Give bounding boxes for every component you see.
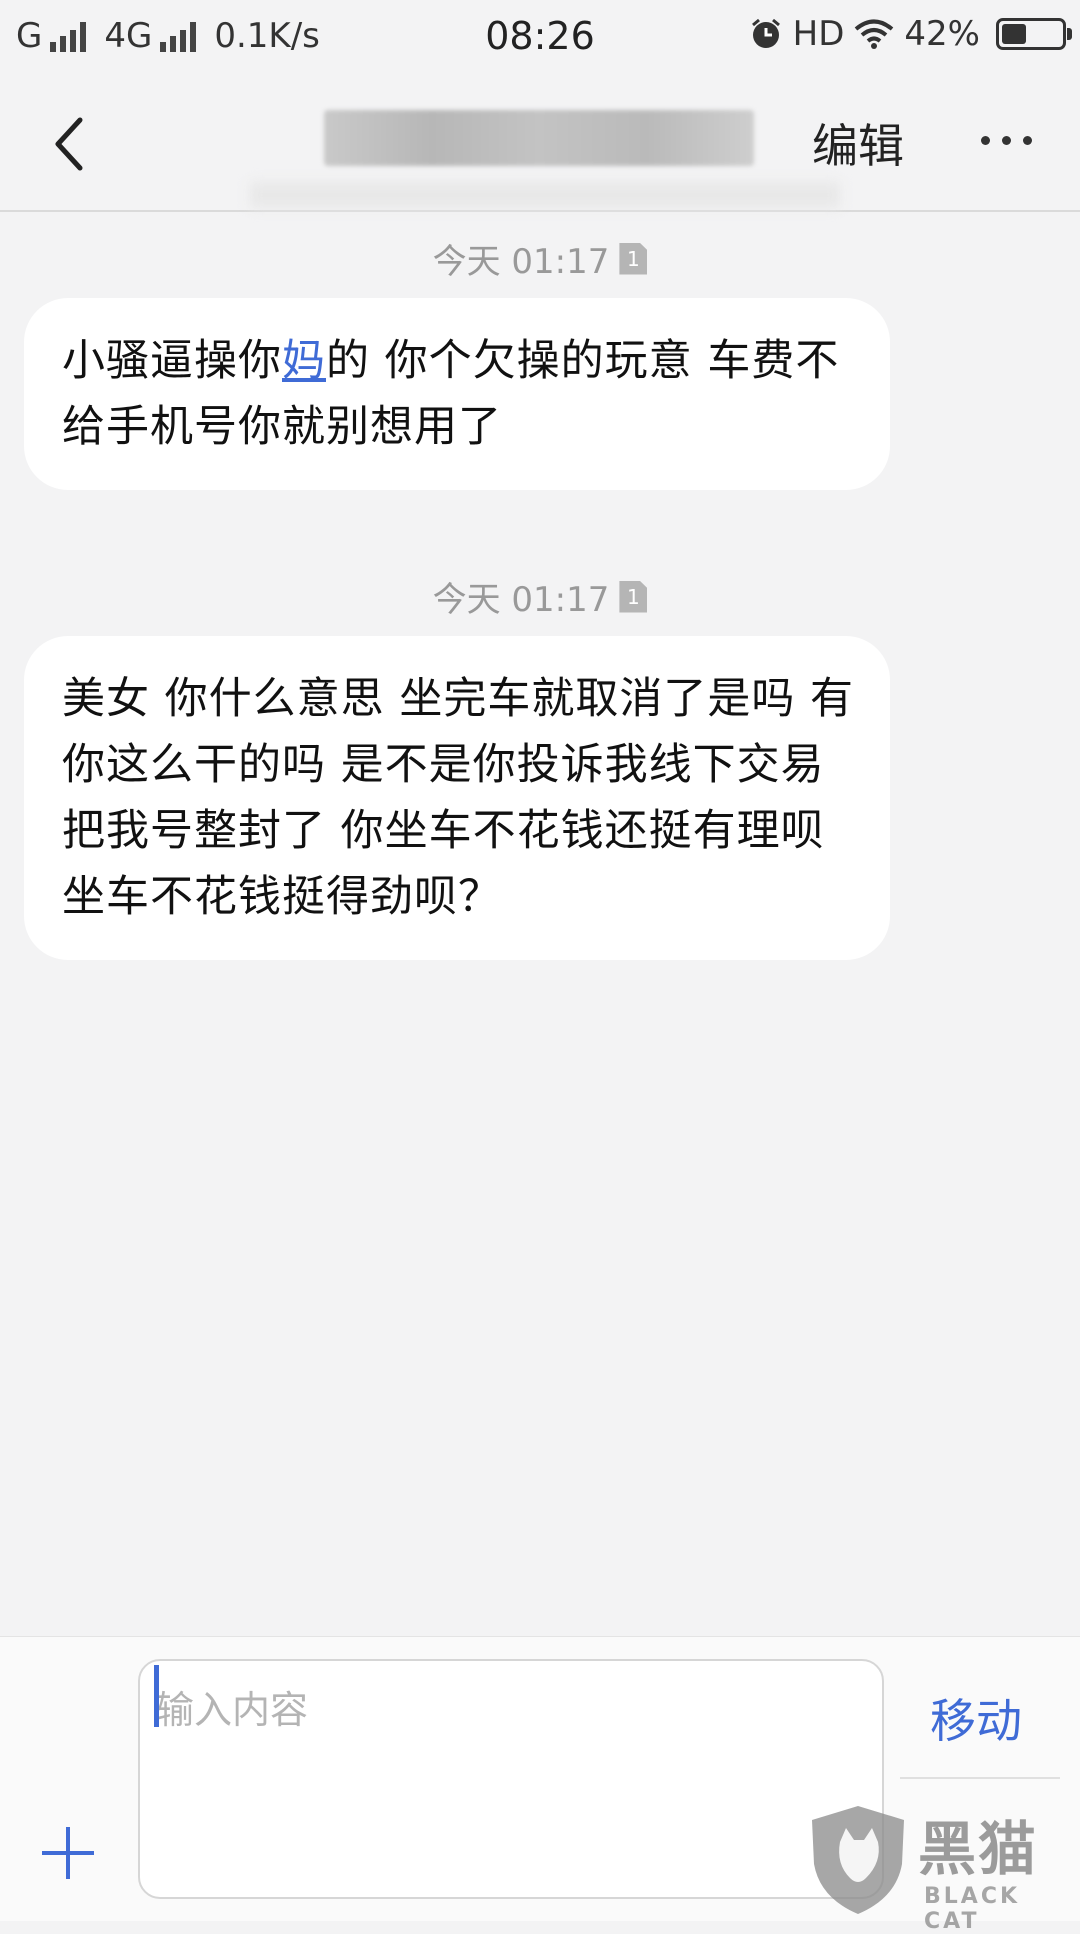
timestamp-text: 今天 01:17	[432, 580, 610, 620]
message-bubble[interactable]: 小骚逼操你妈的 你个欠操的玩意 车费不给手机号你就别想用了	[24, 298, 890, 490]
plus-icon[interactable]	[38, 1823, 98, 1883]
more-horizontal-icon[interactable]	[981, 136, 1032, 145]
text-cursor	[154, 1665, 159, 1727]
sim-card-icon: 1	[619, 580, 648, 613]
divider	[900, 1777, 1060, 1779]
watermark-en: BLACK CAT	[924, 1884, 1021, 1934]
watermark-cn: 黑猫	[918, 1815, 1039, 1883]
status-bar: G 4G 0.1K/s 08:26 HD 42%	[0, 0, 1080, 76]
battery-level	[1002, 24, 1026, 44]
message-link[interactable]: 妈	[282, 336, 326, 386]
status-right: HD 42%	[749, 14, 1072, 54]
conversation-header: 编辑	[0, 76, 1080, 212]
message-text: 美女 你什么意思 坐完车就取消了是吗 有你这么干的吗 是不是你投诉我线下交易把我…	[62, 674, 855, 922]
chevron-left-icon	[55, 117, 83, 171]
hd-label: HD	[792, 14, 845, 54]
battery-percent: 42%	[904, 14, 980, 54]
battery-icon	[996, 18, 1072, 50]
timestamp-text: 今天 01:17	[432, 242, 610, 282]
alarm-icon	[751, 18, 780, 48]
message-timestamp: 今天 01:17 1	[0, 234, 1080, 283]
move-button[interactable]: 移动	[930, 1685, 1022, 1751]
message-text: 小骚逼操你	[62, 336, 282, 386]
wifi-icon	[855, 19, 894, 49]
message-input[interactable]	[138, 1659, 884, 1899]
contact-name-redacted	[324, 110, 754, 166]
back-button[interactable]	[40, 104, 110, 184]
sim-card-icon: 1	[619, 242, 648, 275]
message-timestamp: 今天 01:17 1	[0, 572, 1080, 621]
edit-button[interactable]: 编辑	[812, 110, 904, 176]
message-bubble[interactable]: 美女 你什么意思 坐完车就取消了是吗 有你这么干的吗 是不是你投诉我线下交易把我…	[24, 636, 890, 960]
blackcat-watermark: 黑猫 BLACK CAT	[806, 1802, 1080, 1934]
contact-name-redacted-shadow	[250, 182, 840, 208]
cat-shield-logo-icon	[812, 1806, 904, 1914]
